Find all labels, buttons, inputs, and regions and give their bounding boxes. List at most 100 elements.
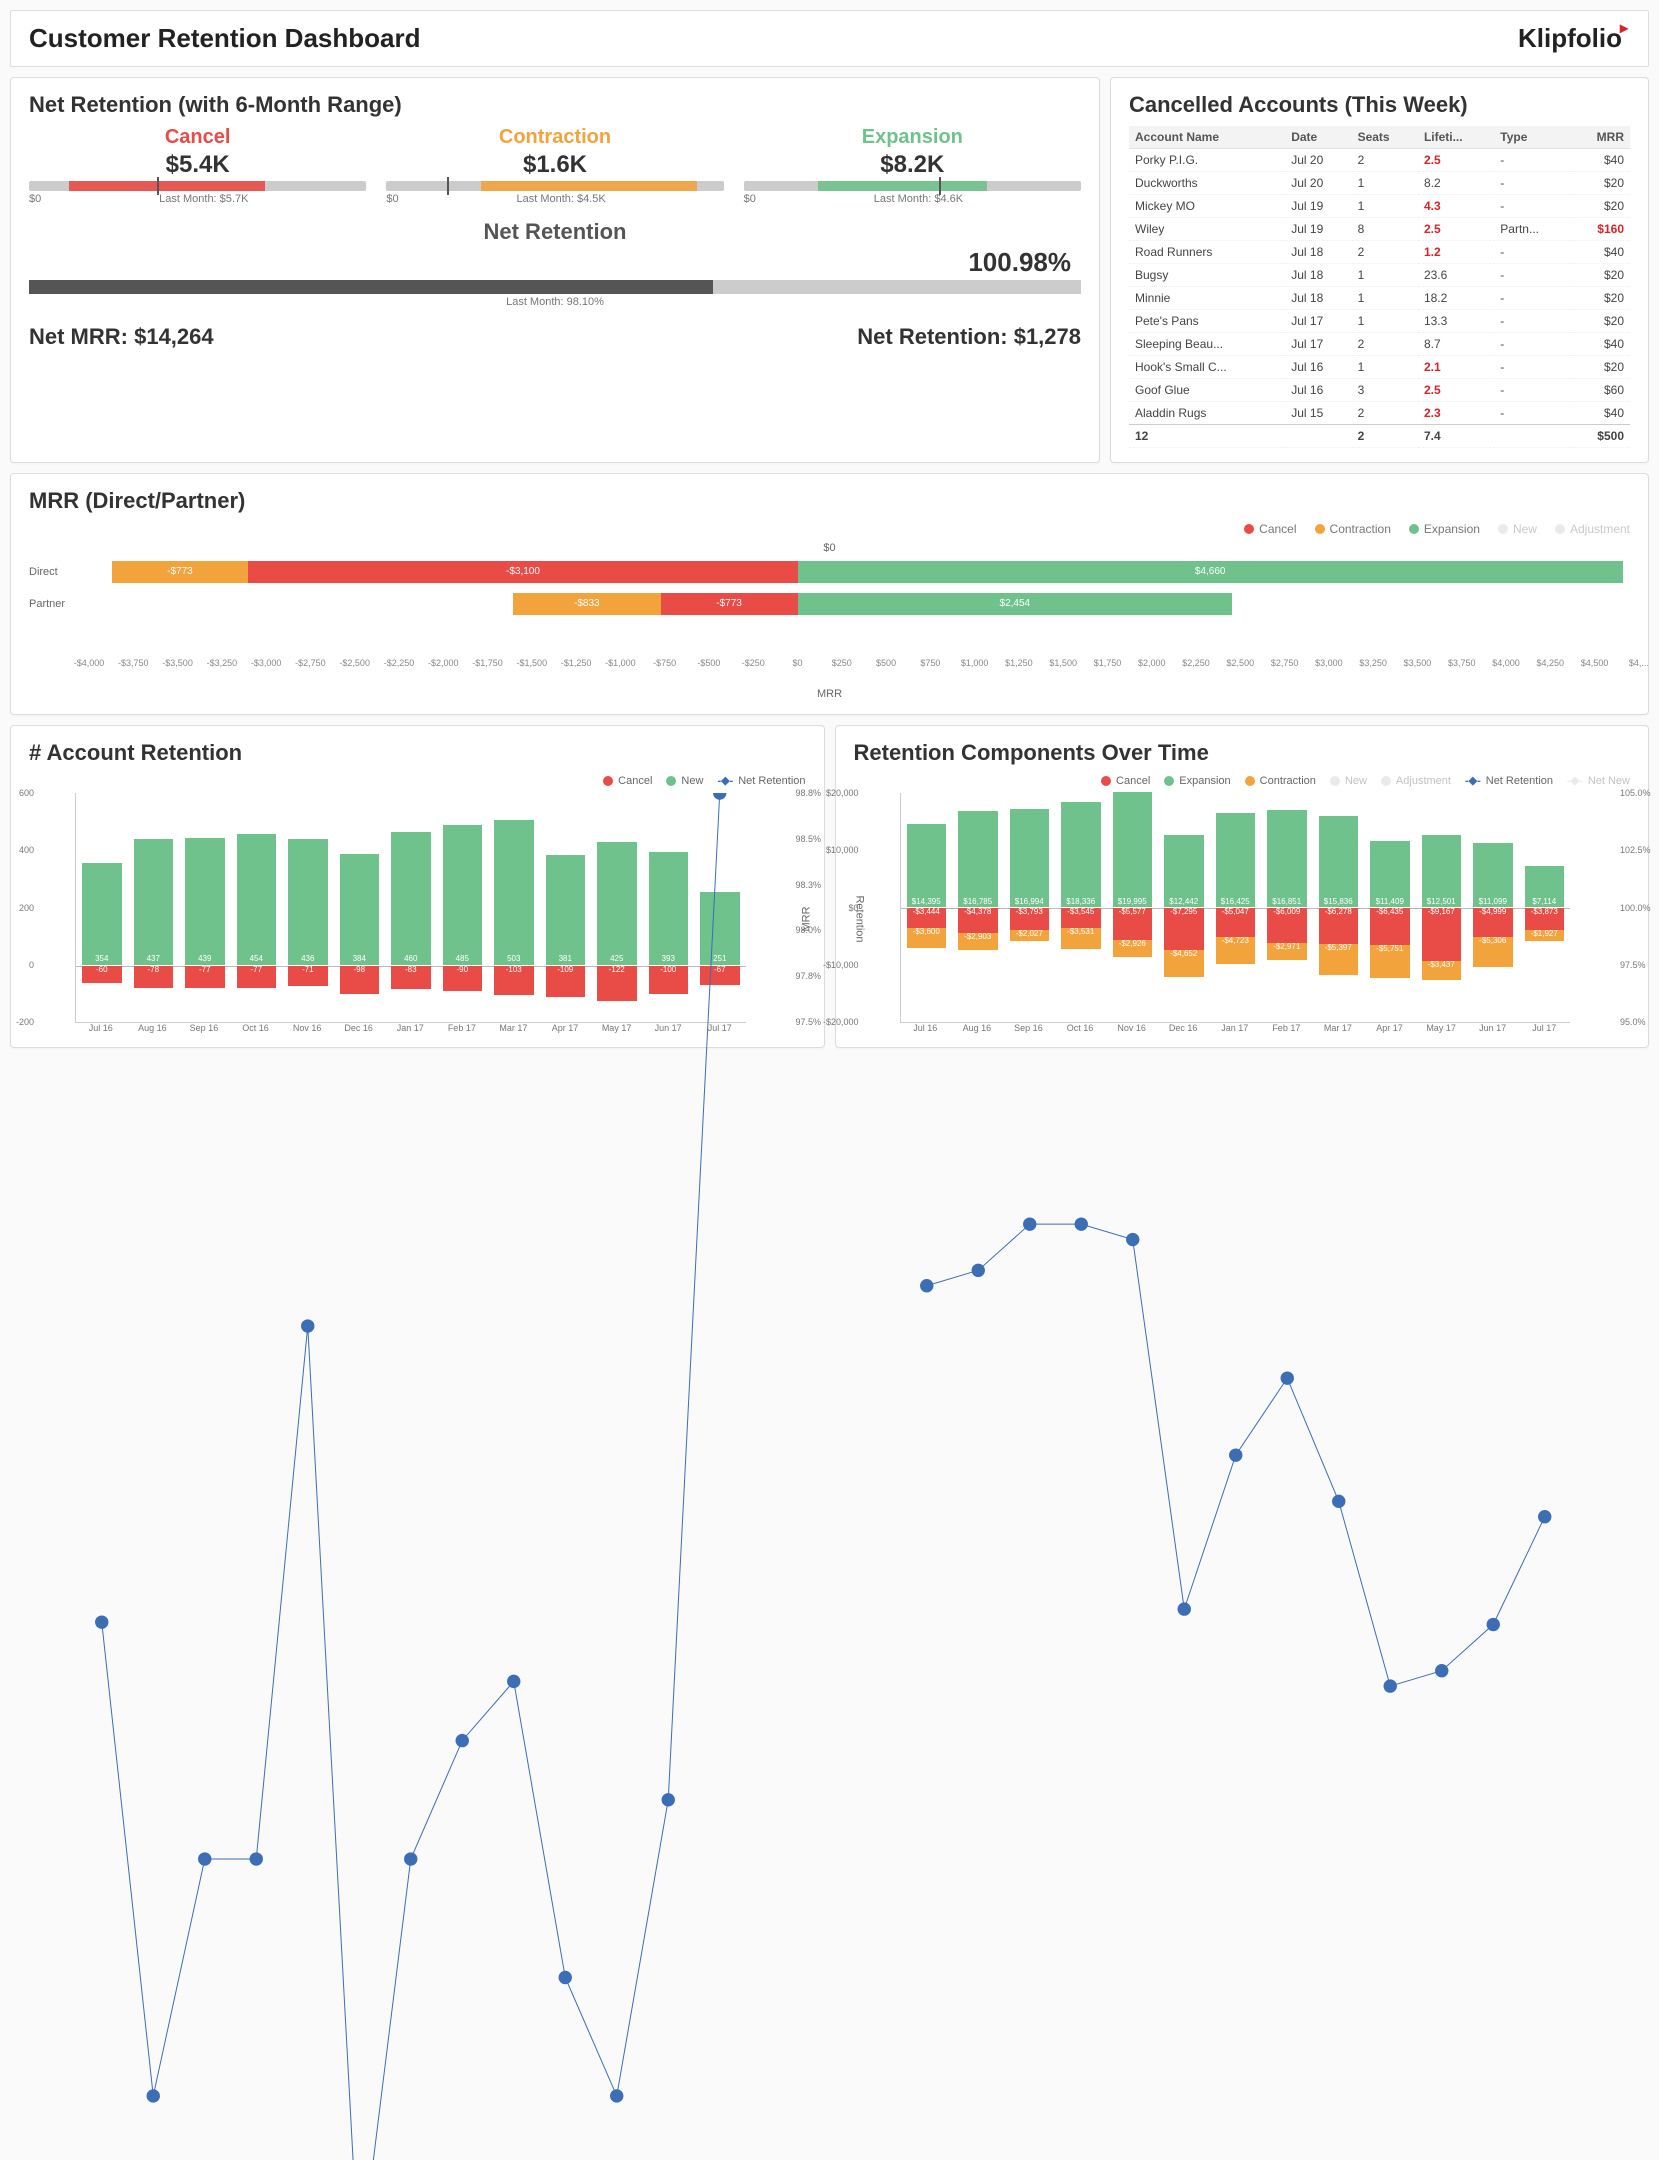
nr-metric-expansion: Expansion $8.2K $0Last Month: $4.6K: [744, 126, 1081, 205]
cell: 23.6: [1418, 264, 1494, 287]
cell: Jul 17: [1285, 333, 1351, 356]
cell: $40: [1571, 333, 1630, 356]
col-header[interactable]: Type: [1494, 126, 1570, 149]
table-row[interactable]: BugsyJul 18123.6-$20: [1129, 264, 1630, 287]
net-retention-last: Last Month: 98.10%: [29, 296, 1081, 308]
bar-new: 436: [288, 839, 328, 964]
bar-cancel: -77: [185, 966, 225, 988]
bar-column: $16,425 -$5,047 -$4,723: [1216, 793, 1256, 1022]
col-header[interactable]: MRR: [1571, 126, 1630, 149]
bar-column: $15,836 -$6,278 -$5,397: [1319, 793, 1359, 1022]
cell: 2: [1352, 149, 1418, 172]
cell: Jul 19: [1285, 218, 1351, 241]
bar-cancel: -$6,435: [1370, 908, 1410, 945]
bar-cancel: -$6,009: [1267, 908, 1307, 943]
bar-new: 503: [494, 820, 534, 965]
legend-item[interactable]: Cancel: [1101, 774, 1150, 787]
axis-tick: -$3,500: [162, 658, 193, 668]
legend-item[interactable]: Expansion: [1409, 522, 1480, 536]
legend-item[interactable]: Contraction: [1245, 774, 1316, 787]
x-tick: Jul 17: [694, 1023, 746, 1033]
legend-item[interactable]: Cancel: [603, 774, 652, 787]
axis-tick: $0: [792, 658, 802, 668]
bar-contraction: -$5,751: [1370, 945, 1410, 978]
nr-metric-cancel: Cancel $5.4K $0Last Month: $5.7K: [29, 126, 366, 205]
footer-cell: [1285, 425, 1351, 448]
legend-item[interactable]: -◆- Net Retention: [717, 774, 805, 787]
table-row[interactable]: Aladdin RugsJul 1522.3-$40: [1129, 402, 1630, 425]
rc-ylabel-left: MRR: [800, 906, 812, 931]
bar-contraction: -$3,600: [907, 928, 947, 949]
legend-item[interactable]: -◆- Net New: [1567, 774, 1630, 787]
col-header[interactable]: Date: [1285, 126, 1351, 149]
axis-tick: $4,000: [1492, 658, 1520, 668]
table-row[interactable]: Mickey MOJul 1914.3-$20: [1129, 195, 1630, 218]
col-header[interactable]: Seats: [1352, 126, 1418, 149]
account-retention-card: # Account Retention Cancel New-◆- Net Re…: [10, 725, 825, 1048]
bar-column: 485 -90: [443, 793, 483, 1022]
axis-tick: $2,500: [1227, 658, 1255, 668]
bar-contraction: -$3,437: [1422, 961, 1462, 981]
legend-item[interactable]: Adjustment: [1381, 774, 1451, 787]
table-row[interactable]: WileyJul 1982.5Partn...$160: [1129, 218, 1630, 241]
bar-cancel: -103: [494, 966, 534, 996]
mrr-row: Partner -$773 -$833 $2,454: [89, 590, 1630, 618]
bar-cancel: -60: [82, 966, 122, 983]
bar-cancel: -100: [649, 966, 689, 995]
seg-cancel: -$773: [661, 593, 798, 615]
y-tick-left: -$20,000: [823, 1017, 859, 1027]
brand-logo: Klipfolio: [1518, 23, 1630, 54]
col-header[interactable]: Lifeti...: [1418, 126, 1494, 149]
bar-column: $16,994 -$3,793 -$2,027: [1010, 793, 1050, 1022]
x-tick: Aug 16: [951, 1023, 1003, 1033]
x-tick: Jul 17: [1518, 1023, 1570, 1033]
table-row[interactable]: DuckworthsJul 2018.2-$20: [1129, 172, 1630, 195]
bar-new: 354: [82, 863, 122, 965]
cell: $160: [1571, 218, 1630, 241]
table-row[interactable]: MinnieJul 18118.2-$20: [1129, 287, 1630, 310]
legend-item[interactable]: New: [666, 774, 703, 787]
cell: 8: [1352, 218, 1418, 241]
bar-contraction: -$1,927: [1525, 930, 1565, 941]
axis-tick: -$250: [742, 658, 765, 668]
cell: $20: [1571, 287, 1630, 310]
cell: $20: [1571, 172, 1630, 195]
table-row[interactable]: Road RunnersJul 1821.2-$40: [1129, 241, 1630, 264]
table-row[interactable]: Goof GlueJul 1632.5-$60: [1129, 379, 1630, 402]
legend-dot: [1244, 524, 1254, 534]
legend-item[interactable]: Expansion: [1164, 774, 1230, 787]
bar-contraction: -$2,926: [1113, 940, 1153, 957]
net-retention-title: Net Retention (with 6-Month Range): [29, 92, 1081, 118]
bar-cancel: -78: [134, 966, 174, 988]
bar-column: $11,409 -$6,435 -$5,751: [1370, 793, 1410, 1022]
table-row[interactable]: Porky P.I.G.Jul 2022.5-$40: [1129, 149, 1630, 172]
cell: Hook's Small C...: [1129, 356, 1285, 379]
y-tick-left: $20,000: [826, 788, 859, 798]
footer-cell: [1494, 425, 1570, 448]
x-tick: Jun 17: [1467, 1023, 1519, 1033]
legend-item[interactable]: Adjustment: [1555, 522, 1630, 536]
nr-metric-value: $8.2K: [744, 151, 1081, 179]
table-row[interactable]: Pete's PansJul 17113.3-$20: [1129, 310, 1630, 333]
cell: 1: [1352, 172, 1418, 195]
cell: Jul 16: [1285, 356, 1351, 379]
legend-item[interactable]: -◆- Net Retention: [1465, 774, 1553, 787]
legend-item[interactable]: Contraction: [1315, 522, 1391, 536]
axis-tick: $2,000: [1138, 658, 1166, 668]
axis-tick: -$1,000: [605, 658, 636, 668]
cell: Minnie: [1129, 287, 1285, 310]
bar-expansion: $11,409: [1370, 841, 1410, 907]
mrr-row: Direct -$3,100 -$773 $4,660: [89, 558, 1630, 586]
legend-item[interactable]: New: [1498, 522, 1537, 536]
legend-item[interactable]: New: [1330, 774, 1367, 787]
table-row[interactable]: Sleeping Beau...Jul 1728.7-$40: [1129, 333, 1630, 356]
bar-column: 393 -100: [649, 793, 689, 1022]
col-header[interactable]: Account Name: [1129, 126, 1285, 149]
axis-tick: $500: [876, 658, 896, 668]
table-row[interactable]: Hook's Small C...Jul 1612.1-$20: [1129, 356, 1630, 379]
page-title: Customer Retention Dashboard: [29, 23, 421, 54]
cell: Jul 17: [1285, 310, 1351, 333]
legend-item[interactable]: Cancel: [1244, 522, 1296, 536]
y-tick-left: 600: [19, 788, 34, 798]
bar-new: 437: [134, 839, 174, 965]
